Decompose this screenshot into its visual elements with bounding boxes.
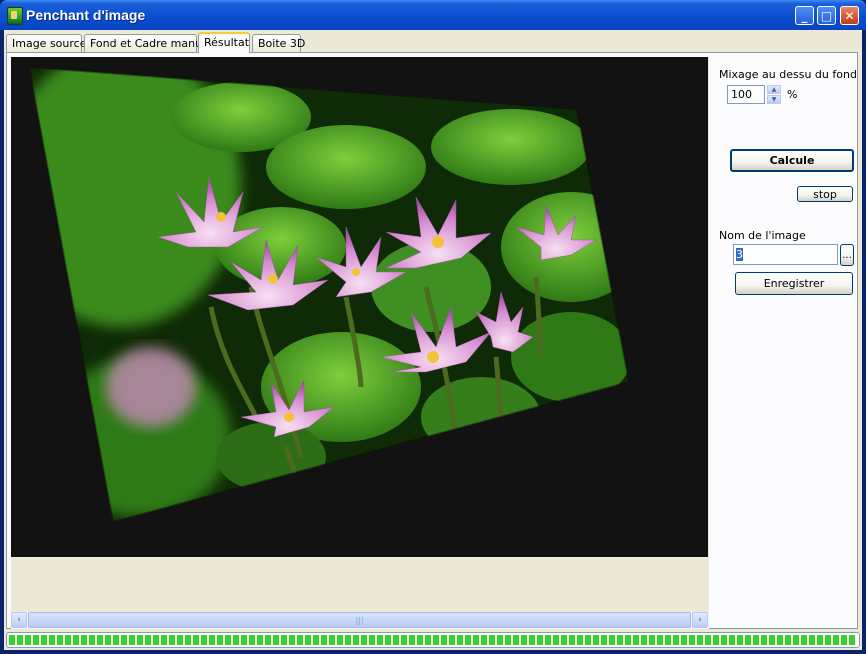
scroll-left-button[interactable]: ‹ — [11, 612, 27, 628]
maximize-button[interactable]: □ — [817, 6, 836, 25]
scroll-right-button[interactable]: › — [692, 612, 708, 628]
lily-photo — [29, 67, 629, 522]
horizontal-scrollbar[interactable]: ‹ ||| › — [11, 612, 709, 629]
progress-bar — [6, 632, 860, 648]
scroll-right-icon: › — [698, 615, 702, 625]
scroll-left-icon: ‹ — [17, 615, 21, 625]
stop-button[interactable]: stop — [797, 186, 853, 202]
side-panel: Mixage au dessu du fond 100 ▲ ▼ % Calcul… — [711, 53, 859, 628]
close-icon: ✕ — [844, 8, 855, 23]
client-area: Image source Fond et Cadre manuel Résult… — [4, 30, 862, 650]
tab-resultat[interactable]: Résultat — [198, 32, 250, 53]
result-preview-canvas — [11, 57, 708, 557]
title-bar[interactable]: Penchant d'image _ □ ✕ — [0, 0, 866, 30]
image-name-value: 3 — [736, 248, 743, 261]
progress-fill — [9, 635, 857, 645]
scroll-grip: ||| — [355, 615, 364, 625]
minimize-icon: _ — [801, 8, 808, 23]
app-window: Penchant d'image _ □ ✕ Image source Fond… — [0, 0, 866, 654]
save-button[interactable]: Enregistrer — [735, 272, 853, 295]
image-name-label: Nom de l'image — [719, 229, 806, 242]
mix-label: Mixage au dessu du fond — [719, 68, 857, 81]
minimize-button[interactable]: _ — [795, 6, 814, 25]
maximize-icon: □ — [820, 8, 833, 23]
app-icon — [7, 7, 23, 25]
tilted-image-svg — [29, 67, 629, 522]
mix-unit: % — [787, 88, 798, 101]
close-button[interactable]: ✕ — [840, 6, 859, 25]
mix-value-input[interactable]: 100 — [727, 85, 765, 104]
tab-boite-3d[interactable]: Boite 3D — [252, 34, 305, 52]
tab-fond-cadre[interactable]: Fond et Cadre manuel — [84, 34, 212, 52]
window-title: Penchant d'image — [26, 7, 146, 23]
browse-button[interactable]: ... — [840, 244, 854, 266]
image-viewer: ‹ ||| › — [11, 57, 709, 630]
tab-image-source[interactable]: Image source — [6, 34, 86, 52]
calcule-button[interactable]: Calcule — [730, 149, 854, 172]
mix-spinner: ▲ ▼ — [767, 85, 781, 104]
image-name-input[interactable]: 3 — [733, 244, 838, 265]
tab-panel-resultat: ‹ ||| › Mixage au dessu du fond 100 ▲ ▼ — [6, 52, 859, 630]
spin-up-icon[interactable]: ▲ — [767, 85, 781, 94]
spin-down-icon[interactable]: ▼ — [767, 95, 781, 104]
scroll-thumb[interactable]: ||| — [28, 612, 691, 628]
